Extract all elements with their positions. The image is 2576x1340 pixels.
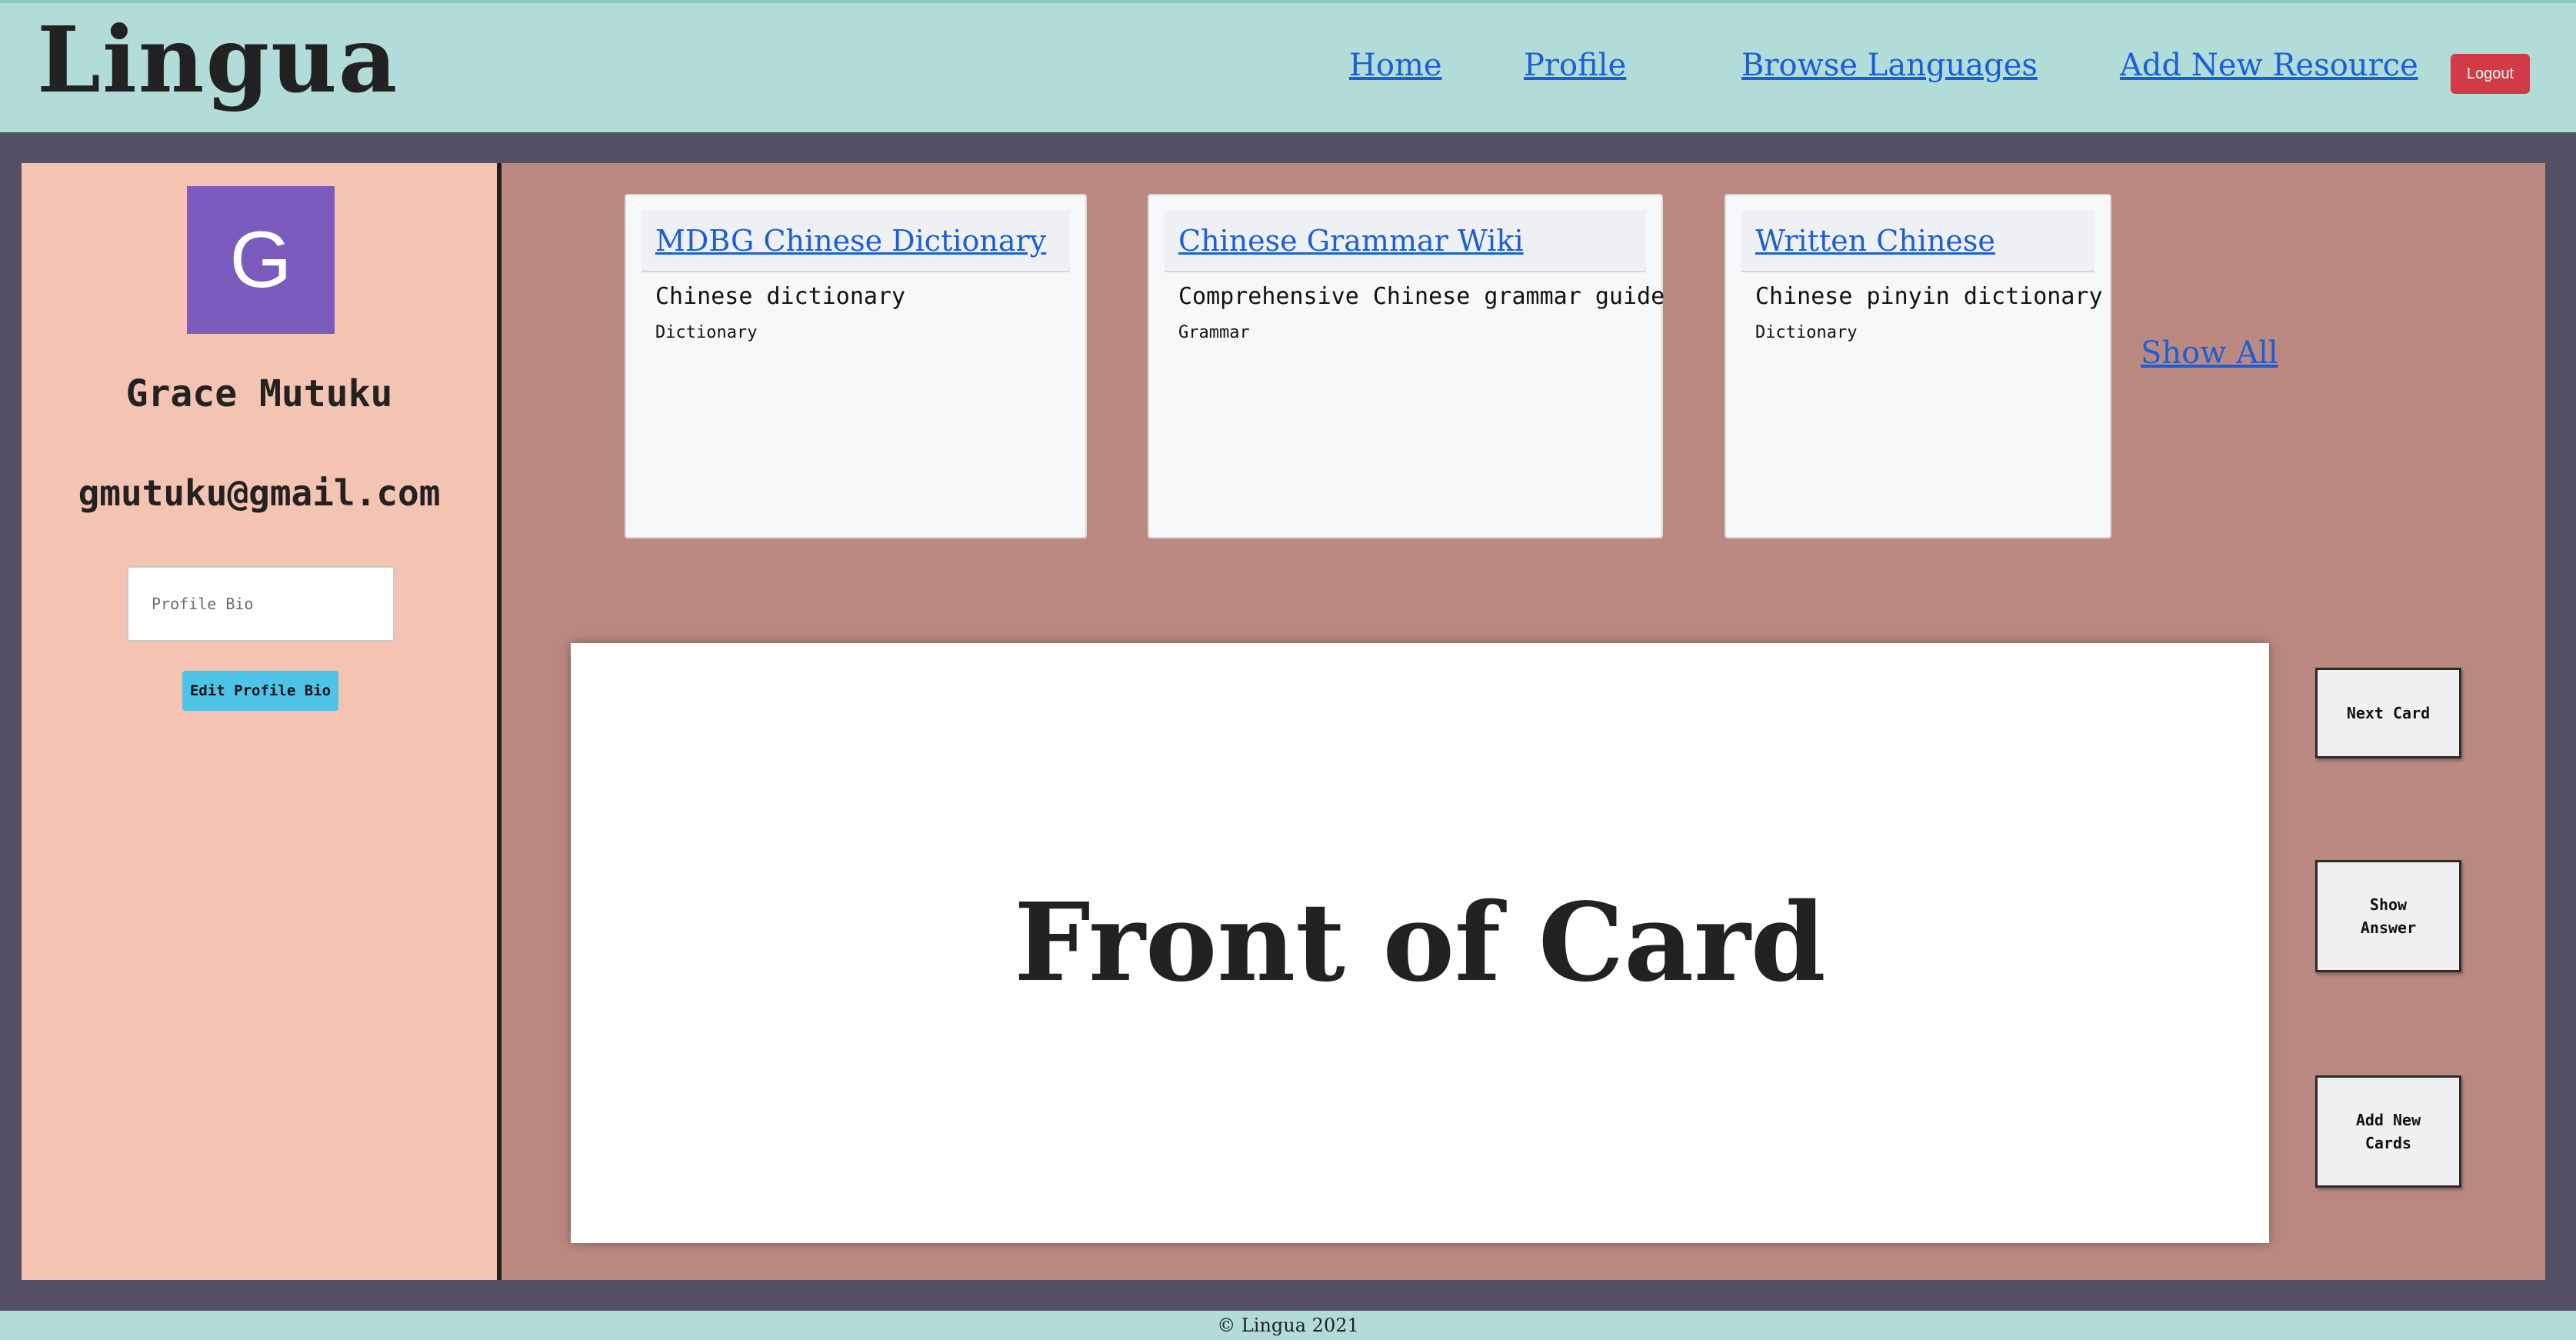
logout-button[interactable]: Logout — [2451, 54, 2530, 94]
resource-title-link[interactable]: MDBG Chinese Dictionary — [655, 224, 1046, 258]
resource-description: Chinese pinyin dictionary — [1755, 283, 2103, 310]
user-email: gmutuku@gmail.com — [78, 472, 441, 514]
flashcard[interactable]: Front of Card — [571, 643, 2269, 1243]
resource-category: Dictionary — [1755, 323, 1858, 342]
nav-profile-link[interactable]: Profile — [1524, 48, 1626, 83]
flashcard-front-text: Front of Card — [1014, 880, 1826, 1006]
add-new-cards-button[interactable]: Add New Cards — [2315, 1075, 2461, 1188]
app-logo[interactable]: Lingua — [37, 6, 398, 114]
resource-card: MDBG Chinese Dictionary Chinese dictiona… — [625, 194, 1087, 538]
resource-description: Chinese dictionary — [655, 283, 906, 310]
main-content: MDBG Chinese Dictionary Chinese dictiona… — [502, 163, 2545, 1280]
profile-sidebar: G Grace Mutuku gmutuku@gmail.com Edit Pr… — [22, 163, 497, 1280]
resource-title-link[interactable]: Written Chinese — [1755, 224, 1995, 258]
edit-profile-bio-button[interactable]: Edit Profile Bio — [182, 671, 338, 711]
resource-title-link[interactable]: Chinese Grammar Wiki — [1178, 224, 1524, 258]
nav-add-resource-link[interactable]: Add New Resource — [2120, 48, 2418, 83]
show-answer-button[interactable]: Show Answer — [2315, 860, 2461, 972]
footer: © Lingua 2021 — [0, 1311, 2576, 1340]
user-name: Grace Mutuku — [125, 372, 393, 415]
resource-category: Grammar — [1178, 323, 1250, 342]
resource-description: Comprehensive Chinese grammar guide — [1178, 283, 1665, 310]
resource-card-header: MDBG Chinese Dictionary — [642, 211, 1070, 272]
resource-card: Written Chinese Chinese pinyin dictionar… — [1725, 194, 2111, 538]
avatar: G — [187, 186, 335, 334]
nav-home-link[interactable]: Home — [1349, 48, 1442, 83]
footer-copyright: © Lingua 2021 — [1217, 1315, 1359, 1336]
resource-card-header: Chinese Grammar Wiki — [1165, 211, 1646, 272]
resource-card-header: Written Chinese — [1741, 211, 2094, 272]
resource-card: Chinese Grammar Wiki Comprehensive Chine… — [1148, 194, 1665, 538]
show-all-link[interactable]: Show All — [2141, 335, 2278, 371]
resource-category: Dictionary — [655, 323, 758, 342]
nav-browse-languages-link[interactable]: Browse Languages — [1741, 48, 2038, 83]
top-navbar: Lingua Home Profile Browse Languages Add… — [0, 0, 2576, 132]
next-card-button[interactable]: Next Card — [2315, 668, 2461, 758]
profile-bio-input[interactable] — [127, 566, 395, 642]
